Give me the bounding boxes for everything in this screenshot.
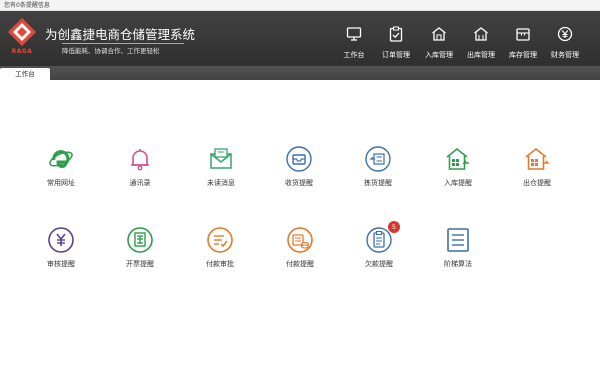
tile-receipt-reminder[interactable]: 收货提醒 [269,146,329,191]
list-icon [447,228,469,252]
tile-picking-reminder[interactable]: 拣货提醒 [348,146,408,191]
yen-circle-icon [48,227,74,253]
envelope-icon [210,148,232,169]
monitor-icon [346,27,362,41]
warehouse-in-icon [432,27,446,41]
tile-tiered-algorithm[interactable]: 阶梯算法 [428,227,488,272]
app-title: 为创鑫捷电商仓储管理系统 [45,27,196,42]
nav-label: 库存管理 [509,51,537,59]
tile-payment-approval[interactable]: 付款审批 [190,227,250,272]
bell-icon [131,149,149,171]
nav-inbound[interactable]: 入库管理 [419,11,459,66]
logo-text: RAGA [11,48,33,55]
workbench-panel: 常用网址 通讯录 未读消息 收货提醒 拣货提醒 入库提醒 出仓提醒 审核提醒 开… [0,80,600,387]
tile-label: 欠款提醒 [365,260,393,268]
tile-label: 常用网址 [47,179,75,187]
nav-label: 工作台 [343,51,365,59]
debt-icon [366,227,392,253]
nav-workbench[interactable]: 工作台 [334,11,374,66]
nav-orders[interactable]: 订单管理 [376,11,416,66]
tab-strip [0,66,600,80]
tile-label: 收货提醒 [285,179,313,187]
tile-label: 通讯录 [129,179,151,187]
tile-label: 付款提醒 [286,260,314,268]
tile-label: 未读消息 [207,179,235,187]
nav-outbound[interactable]: 出库管理 [461,11,501,66]
nav-label: 财务管理 [551,51,579,59]
warehouse-out-icon [525,147,550,170]
yen-circle-icon [557,26,573,42]
tile-label: 审核提醒 [47,260,75,268]
tile-payment-reminder[interactable]: 付款提醒 [270,227,330,272]
tile-favorite-urls[interactable]: 常用网址 [31,146,91,191]
pick-icon [365,146,391,172]
box-icon [516,28,530,41]
tile-invoice-reminder[interactable]: 开票提醒 [110,227,170,272]
nav-label: 出库管理 [467,51,495,59]
app-slogan: 降低能耗、协调合作、工作更轻松 [62,47,160,55]
window-title: 您有0条提醒信息 [4,2,50,9]
tile-unread-messages[interactable]: 未读消息 [191,146,251,191]
company-logo: RAGA [5,16,39,58]
tile-label: 拣货提醒 [364,179,392,187]
invoice-icon [127,227,153,253]
coins-icon [287,227,313,253]
title-divider [62,43,184,44]
nav-label: 入库管理 [425,51,453,59]
tile-debt-reminder[interactable]: 5 欠款提醒 [349,221,409,272]
tile-inbound-reminder[interactable]: 入库提醒 [428,146,488,191]
nav-finance[interactable]: 财务管理 [545,11,585,66]
tab-workbench[interactable]: 工作台 [0,68,50,80]
app-header: RAGA 为创鑫捷电商仓储管理系统 降低能耗、协调合作、工作更轻松 工作台 订单… [0,11,600,66]
nav-label: 订单管理 [382,51,410,59]
tile-outbound-reminder[interactable]: 出仓提醒 [507,146,567,191]
approve-icon [207,227,233,253]
warehouse-in-icon [446,147,469,170]
tile-label: 付款审批 [206,260,234,268]
tile-audit-reminder[interactable]: 审核提醒 [31,227,91,272]
logo-diamond-icon [8,18,36,46]
clipboard-check-icon [389,26,403,42]
tile-label: 出仓提醒 [523,179,551,187]
window-title-bar: 您有0条提醒信息 [0,0,600,11]
warehouse-out-icon [474,27,488,41]
notification-badge: 5 [388,221,400,233]
tile-label: 开票提醒 [126,260,154,268]
tile-contacts[interactable]: 通讯录 [110,146,170,191]
tile-label: 入库提醒 [444,179,472,187]
tile-label: 阶梯算法 [444,260,472,268]
inbox-icon [286,146,312,172]
ie-browser-icon [49,150,73,168]
nav-inventory[interactable]: 库存管理 [503,11,543,66]
